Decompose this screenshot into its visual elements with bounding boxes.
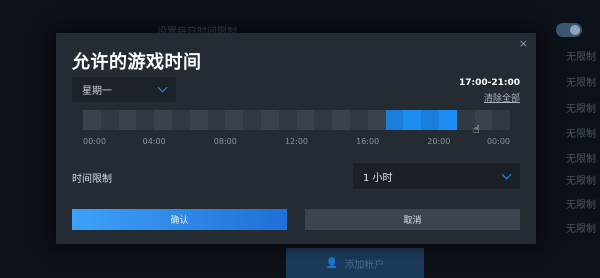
time-slot[interactable] <box>225 110 244 130</box>
time-slot[interactable] <box>243 110 261 130</box>
time-limit-value: 1 小时 <box>363 172 393 184</box>
time-slot[interactable] <box>438 110 457 130</box>
time-slot[interactable] <box>403 110 422 130</box>
background-limit-label: 无限制 <box>566 176 596 187</box>
background-limit-label: 无限制 <box>566 154 596 165</box>
background-limit-label: 无限制 <box>566 200 596 211</box>
time-slot[interactable] <box>207 110 226 130</box>
time-tick-label: 00:00 <box>83 137 107 146</box>
background-toggle <box>556 23 582 37</box>
hand-cursor-icon: ☝ <box>473 123 480 136</box>
time-limit-select[interactable]: 1 小时 <box>353 163 520 189</box>
time-slot-track <box>83 110 511 130</box>
playtime-dialog: × 允许的游戏时间 星期一 17:00-21:00 清除全部 ☝ 00:00 04… <box>56 33 536 244</box>
dialog-title: 允许的游戏时间 <box>72 52 202 73</box>
time-slot[interactable] <box>260 110 279 130</box>
time-slot[interactable] <box>456 110 475 130</box>
time-slot[interactable] <box>278 110 297 130</box>
time-slot[interactable] <box>136 110 155 130</box>
time-slot[interactable] <box>83 110 101 130</box>
time-slot[interactable] <box>492 110 511 130</box>
background-limit-label: 无限制 <box>566 224 596 235</box>
selected-range: 17:00-21:00 <box>458 78 520 88</box>
background-limit-label: 无限制 <box>566 78 596 89</box>
background-limit-label: 无限制 <box>566 129 596 140</box>
cancel-button[interactable]: 取消 <box>305 209 520 230</box>
time-slot[interactable] <box>118 110 137 130</box>
time-tick-label: 20:00 <box>427 137 451 146</box>
time-tick-label: 12:00 <box>284 137 309 146</box>
time-slot[interactable] <box>314 110 333 130</box>
time-slot[interactable] <box>100 110 119 130</box>
time-slot[interactable] <box>421 110 439 130</box>
add-user-icon: 👤 <box>325 257 339 269</box>
confirm-button[interactable]: 确认 <box>72 209 287 230</box>
time-slot[interactable] <box>171 110 190 130</box>
time-slot[interactable] <box>367 110 386 130</box>
background-add-account-label: 添加帐户 <box>344 259 385 271</box>
time-slot[interactable] <box>332 110 350 130</box>
time-slot[interactable] <box>189 110 208 130</box>
background-add-account-button: 👤 添加帐户 <box>286 248 424 278</box>
day-select-value: 星期一 <box>82 86 112 97</box>
time-tick-label: 04:00 <box>142 137 166 146</box>
time-slot[interactable] <box>385 110 404 130</box>
close-icon[interactable]: × <box>519 37 528 50</box>
chevron-down-icon <box>157 82 168 93</box>
day-select[interactable]: 星期一 <box>72 77 176 102</box>
time-tick-label: 00:00 <box>486 137 510 146</box>
time-tick-label: 16:00 <box>356 137 380 146</box>
time-slot[interactable] <box>296 110 315 130</box>
clear-all-link[interactable]: 清除全部 <box>484 91 520 104</box>
background-limit-label: 无限制 <box>566 52 596 63</box>
background-limit-label: 无限制 <box>566 104 596 115</box>
time-slot[interactable] <box>349 110 368 130</box>
time-slot[interactable] <box>154 110 172 130</box>
time-tick-label: 08:00 <box>213 137 237 146</box>
time-axis: 00:00 04:00 08:00 12:00 16:00 20:00 00:00 <box>83 137 510 149</box>
time-limit-label: 时间限制 <box>72 174 112 185</box>
chevron-down-icon <box>501 169 512 179</box>
